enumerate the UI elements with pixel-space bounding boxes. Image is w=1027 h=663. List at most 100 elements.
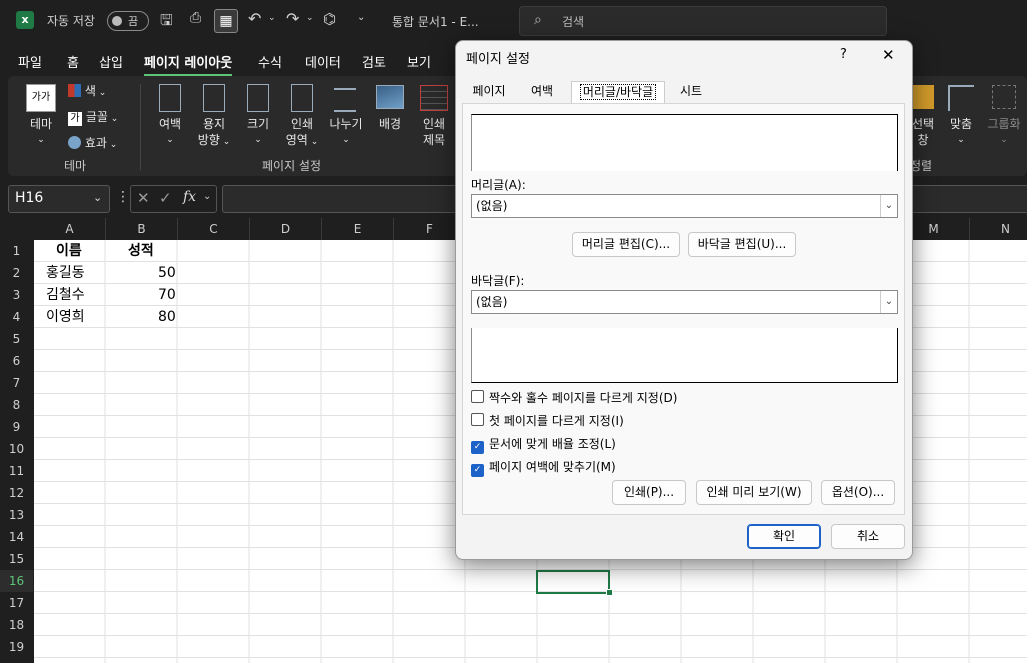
row-header-13[interactable]: 13	[0, 504, 33, 526]
name-box[interactable]: H16 ⌄	[8, 185, 110, 213]
edit-footer-button[interactable]: 바닥글 편집(U)...	[688, 232, 796, 257]
selected-cell-H16[interactable]	[536, 570, 610, 594]
print-button[interactable]: 인쇄(P)...	[612, 480, 686, 505]
column-header-B[interactable]: B	[106, 218, 178, 240]
autosave-toggle[interactable]: 끔	[107, 11, 149, 31]
print-preview-icon[interactable]: ⎙	[190, 10, 201, 26]
row-header-3[interactable]: 3	[0, 284, 33, 306]
tab-margins[interactable]: 여백	[520, 81, 564, 102]
row-header-8[interactable]: 8	[0, 394, 33, 416]
checkbox-different-odd-even[interactable]: 짝수와 홀수 페이지를 다르게 지정(D)	[471, 390, 677, 406]
search-box[interactable]: ⌕ 검색	[519, 6, 887, 36]
footer-select[interactable]: (없음) ⌄	[471, 290, 898, 314]
customize-toolbar-icon[interactable]: ⌄	[357, 12, 365, 23]
redo-icon[interactable]: ↷	[286, 9, 299, 28]
row-header-14[interactable]: 14	[0, 526, 33, 548]
document-title: 통합 문서1 - E...	[392, 15, 479, 29]
row-header-15[interactable]: 15	[0, 548, 33, 570]
enter-icon[interactable]: ✓	[159, 189, 172, 207]
chevron-down-icon: ⌄	[880, 195, 897, 217]
column-header-C[interactable]: C	[178, 218, 250, 240]
tab-formulas[interactable]: 수식	[258, 52, 282, 71]
cell-B1[interactable]: 성적	[128, 240, 154, 262]
help-icon[interactable]: ?	[840, 47, 847, 62]
checkbox-different-first-page[interactable]: 첫 페이지를 다르게 지정(I)	[471, 413, 624, 429]
background-button[interactable]: 배경	[372, 82, 408, 148]
theme-fonts-button[interactable]: 가 글꼴 ⌄	[68, 109, 118, 127]
orientation-button[interactable]: 용지 방향 ⌄	[196, 82, 232, 148]
column-header-A[interactable]: A	[34, 218, 106, 240]
select-all-corner[interactable]	[0, 218, 33, 240]
tab-data[interactable]: 데이터	[305, 52, 341, 71]
group-label-page-setup: 페이지 설정	[262, 159, 322, 173]
row-header-19[interactable]: 19	[0, 636, 33, 658]
print-area-button[interactable]: 인쇄 영역 ⌄	[282, 82, 322, 148]
options-button[interactable]: 옵션(O)...	[821, 480, 895, 505]
print-titles-button[interactable]: 인쇄 제목	[416, 82, 452, 148]
cancel-icon[interactable]: ✕	[137, 189, 150, 207]
tab-review[interactable]: 검토	[362, 52, 386, 71]
grid-view-icon[interactable]: ▦	[214, 9, 238, 33]
tab-page[interactable]: 페이지	[464, 81, 514, 102]
align-button[interactable]: 맞춤 ⌄	[942, 82, 980, 148]
group-objects-button[interactable]: 그룹화 ⌄	[984, 82, 1024, 148]
row-header-17[interactable]: 17	[0, 592, 33, 614]
row-header-10[interactable]: 10	[0, 438, 33, 460]
close-icon[interactable]: ✕	[882, 46, 895, 64]
redo-dropdown-icon[interactable]: ⌄	[306, 13, 314, 23]
cell-A4[interactable]: 이영희	[46, 306, 85, 328]
tab-file[interactable]: 파일	[18, 52, 42, 71]
cell-B4[interactable]: 80	[158, 306, 176, 328]
title-bar: x 자동 저장 끔 🖫 ⎙ ▦ ↶ ⌄ ↷ ⌄ ⌬ ⌄ 통합 문서1 - E..…	[0, 0, 1027, 42]
row-header-12[interactable]: 12	[0, 482, 33, 504]
row-header-1[interactable]: 1	[0, 240, 33, 262]
chevron-down-icon[interactable]: ⌄	[93, 191, 102, 204]
undo-dropdown-icon[interactable]: ⌄	[268, 13, 276, 23]
row-header-6[interactable]: 6	[0, 350, 33, 372]
tab-page-layout[interactable]: 페이지 레이아웃	[144, 52, 233, 77]
theme-effects-button[interactable]: 효과 ⌄	[68, 135, 117, 153]
chevron-down-icon[interactable]: ⌄	[203, 191, 211, 202]
theme-colors-button[interactable]: 색 ⌄	[68, 83, 106, 101]
checkbox-align-with-margins[interactable]: ✓ 페이지 여백에 맞추기(M)	[471, 459, 616, 477]
row-header-11[interactable]: 11	[0, 460, 33, 482]
column-header-N[interactable]: N	[970, 218, 1027, 240]
row-header-5[interactable]: 5	[0, 328, 33, 350]
cell-A3[interactable]: 김철수	[46, 284, 85, 306]
themes-button[interactable]: 가가 테마 ⌄	[22, 82, 60, 148]
ok-button[interactable]: 확인	[747, 524, 821, 549]
group-icon	[992, 85, 1016, 109]
edit-header-button[interactable]: 머리글 편집(C)...	[572, 232, 680, 257]
column-header-E[interactable]: E	[322, 218, 394, 240]
row-header-16[interactable]: 16	[0, 570, 33, 592]
cell-B3[interactable]: 70	[158, 284, 176, 306]
checkbox-scale-with-document[interactable]: ✓ 문서에 맞게 배율 조정(L)	[471, 436, 616, 454]
more-options-icon[interactable]: ⋮	[116, 189, 130, 205]
cell-A2[interactable]: 홍길동	[46, 262, 85, 284]
row-header-4[interactable]: 4	[0, 306, 33, 328]
row-header-7[interactable]: 7	[0, 372, 33, 394]
insert-function-icon[interactable]: fx	[183, 189, 196, 205]
header-select[interactable]: (없음) ⌄	[471, 194, 898, 218]
tab-view[interactable]: 보기	[407, 52, 431, 71]
row-header-9[interactable]: 9	[0, 416, 33, 438]
cell-B2[interactable]: 50	[158, 262, 176, 284]
org-chart-icon[interactable]: ⌬	[323, 10, 336, 28]
column-header-D[interactable]: D	[250, 218, 322, 240]
tab-sheet[interactable]: 시트	[668, 81, 714, 102]
tab-home[interactable]: 홈	[67, 52, 79, 71]
fill-handle[interactable]	[606, 589, 613, 596]
row-header-18[interactable]: 18	[0, 614, 33, 636]
print-preview-button[interactable]: 인쇄 미리 보기(W)	[696, 480, 812, 505]
margins-button[interactable]: 여백 ⌄	[152, 82, 188, 148]
cancel-button[interactable]: 취소	[831, 524, 905, 549]
excel-logo-icon: x	[16, 11, 34, 29]
undo-icon[interactable]: ↶	[248, 9, 261, 28]
tab-header-footer[interactable]: 머리글/바닥글	[571, 81, 665, 103]
tab-insert[interactable]: 삽입	[99, 52, 123, 71]
breaks-button[interactable]: 나누기 ⌄	[326, 82, 366, 148]
row-header-2[interactable]: 2	[0, 262, 33, 284]
size-button[interactable]: 크기 ⌄	[240, 82, 276, 148]
cell-A1[interactable]: 이름	[56, 240, 82, 262]
save-icon[interactable]: 🖫	[160, 10, 173, 35]
